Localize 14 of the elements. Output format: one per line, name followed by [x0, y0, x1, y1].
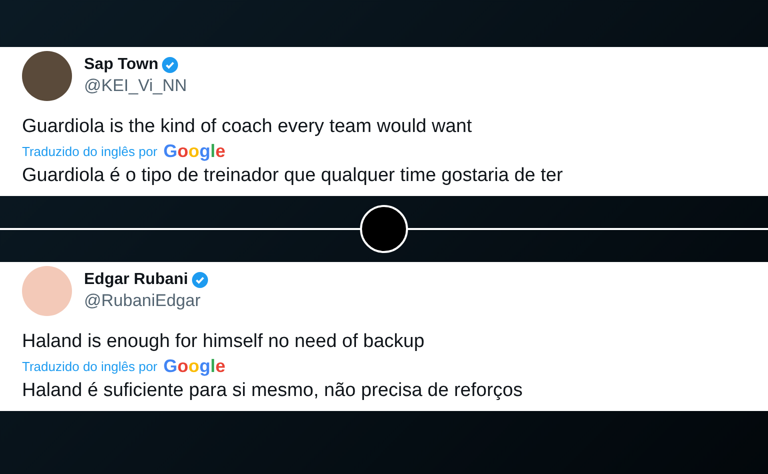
tweet-text: Haland is enough for himself no need of backup — [22, 330, 426, 354]
avatar — [22, 51, 72, 101]
translated-text: Haland é suficiente para si mesmo, não precisa de reforços — [22, 379, 524, 403]
user-name: Sap Town — [84, 56, 158, 74]
avatar — [22, 266, 72, 316]
translator-logo: Google — [163, 141, 226, 162]
user-handle: @RubaniEdgar — [84, 291, 202, 311]
user-handle: @KEI_Vi_NN — [84, 76, 187, 96]
tweet-text: Guardiola is the kind of coach every team would want — [22, 115, 473, 139]
translation-label: Traduzido do inglês por — [22, 144, 158, 159]
translated-text: Guardiola é o tipo de treinador que qualquer time gostaria de ter — [22, 164, 564, 188]
user-name: Edgar Rubani — [84, 271, 188, 289]
translation-label: Traduzido do inglês por — [22, 359, 158, 374]
translator-logo: Google — [163, 356, 226, 377]
